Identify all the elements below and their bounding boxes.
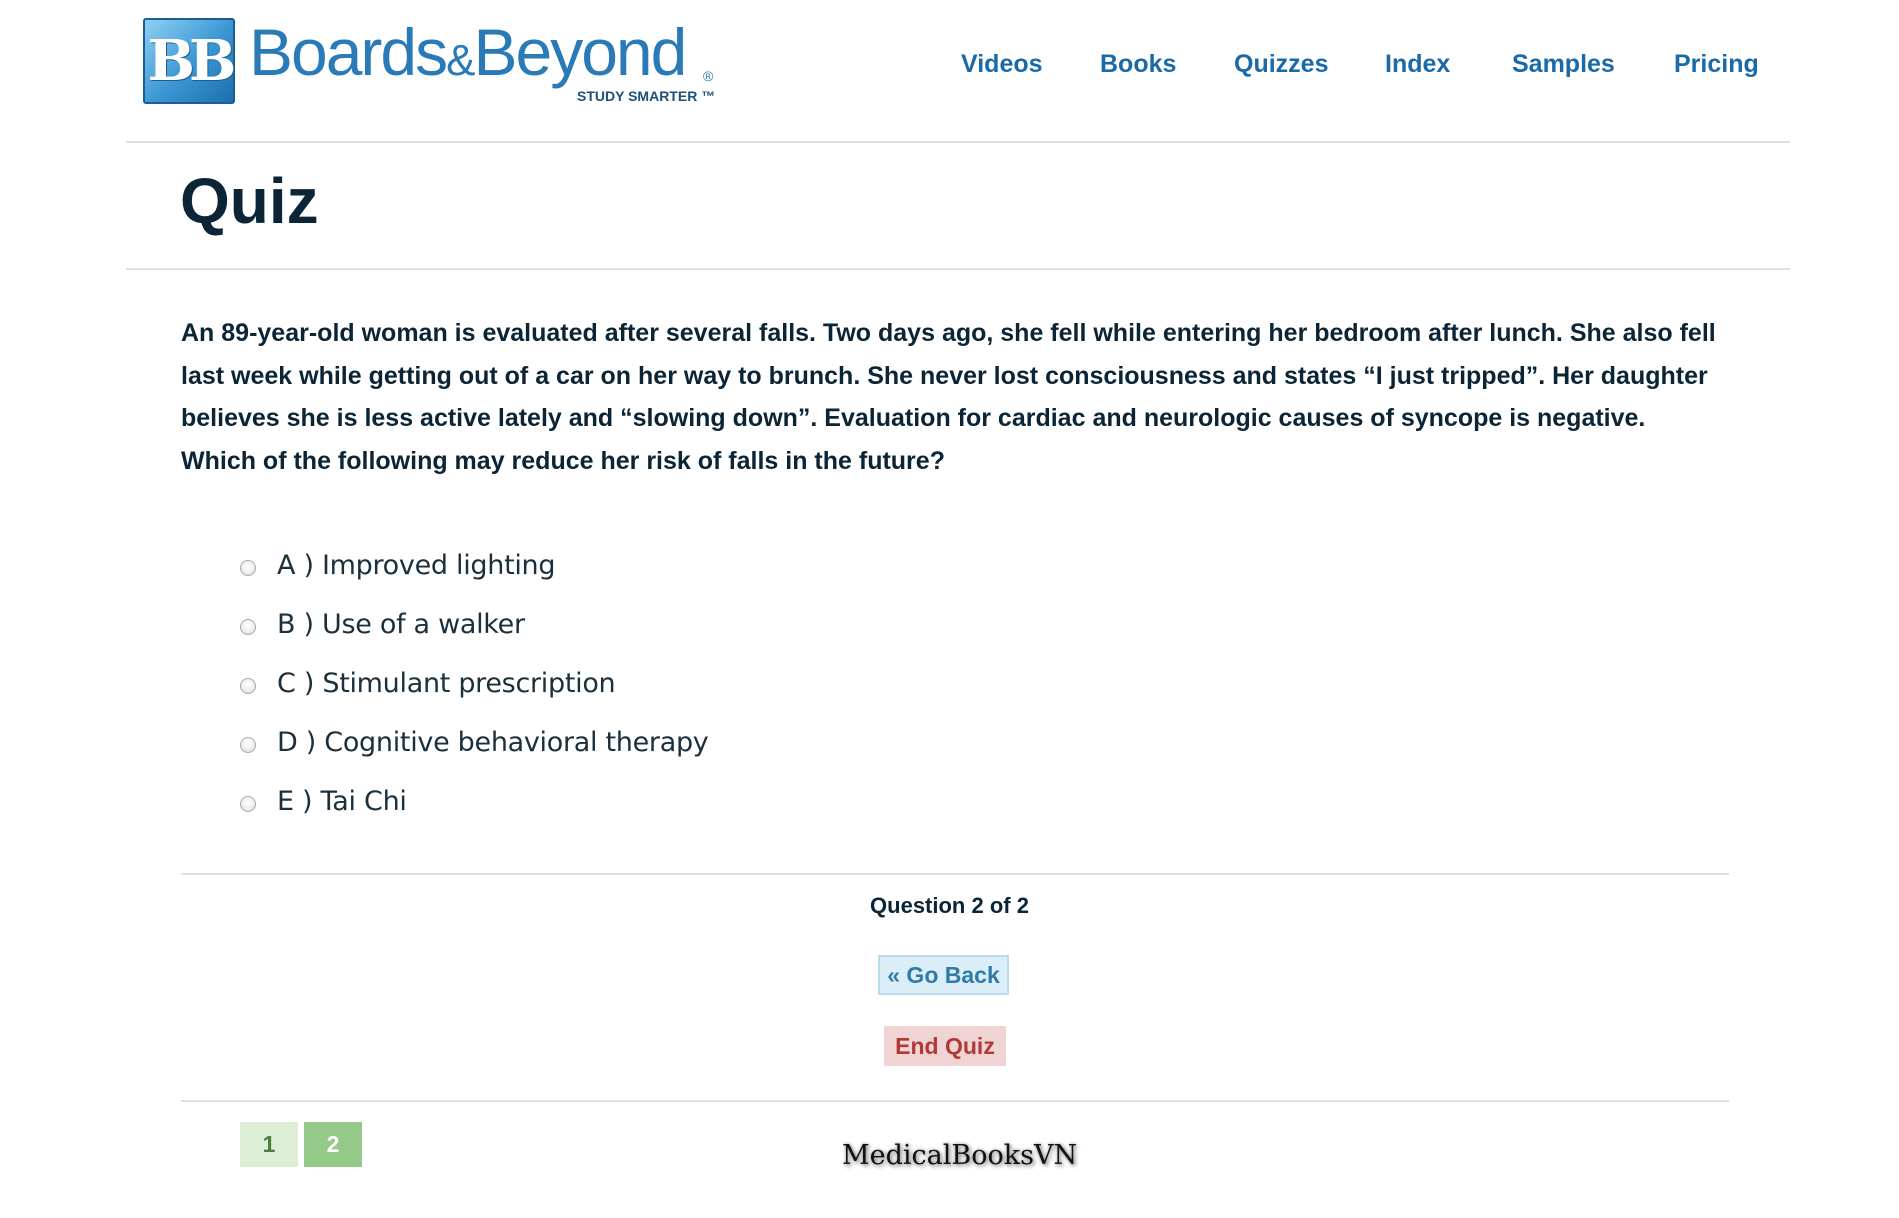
radio-button[interactable]: [240, 737, 256, 753]
site-header: BB Boards&Beyond ® STUDY SMARTER ™ Video…: [0, 0, 1899, 141]
radio-button[interactable]: [240, 678, 256, 694]
answer-label: B ) Use of a walker: [277, 609, 525, 640]
answer-label: C ) Stimulant prescription: [277, 668, 616, 699]
logo-tagline: STUDY SMARTER ™: [577, 88, 716, 104]
answer-label: D ) Cognitive behavioral therapy: [277, 727, 709, 758]
nav-index[interactable]: Index: [1385, 50, 1450, 79]
main-nav: Videos Books Quizzes Index Samples Prici…: [0, 50, 1899, 80]
watermark: MedicalBooksVN: [842, 1140, 1078, 1171]
question-text: An 89-year-old woman is evaluated after …: [181, 319, 1716, 475]
header-divider: [126, 141, 1790, 143]
radio-button[interactable]: [240, 560, 256, 576]
nav-quizzes[interactable]: Quizzes: [1234, 50, 1328, 79]
end-quiz-button[interactable]: End Quiz: [884, 1026, 1006, 1066]
nav-videos[interactable]: Videos: [961, 50, 1043, 79]
page-button-1[interactable]: 1: [240, 1122, 298, 1167]
options-divider: [181, 873, 1729, 875]
radio-button[interactable]: [240, 796, 256, 812]
nav-samples[interactable]: Samples: [1512, 50, 1615, 79]
nav-books[interactable]: Books: [1100, 50, 1176, 79]
page-button-2-active[interactable]: 2: [304, 1122, 362, 1167]
answer-label: A ) Improved lighting: [277, 550, 556, 581]
radio-button[interactable]: [240, 619, 256, 635]
answer-label: E ) Tai Chi: [277, 786, 407, 817]
page-title: Quiz: [180, 165, 319, 237]
footer-divider: [181, 1100, 1729, 1102]
nav-pricing[interactable]: Pricing: [1674, 50, 1759, 79]
go-back-button[interactable]: « Go Back: [878, 955, 1009, 995]
question-progress: Question 2 of 2: [870, 893, 1029, 918]
title-divider: [126, 268, 1790, 270]
